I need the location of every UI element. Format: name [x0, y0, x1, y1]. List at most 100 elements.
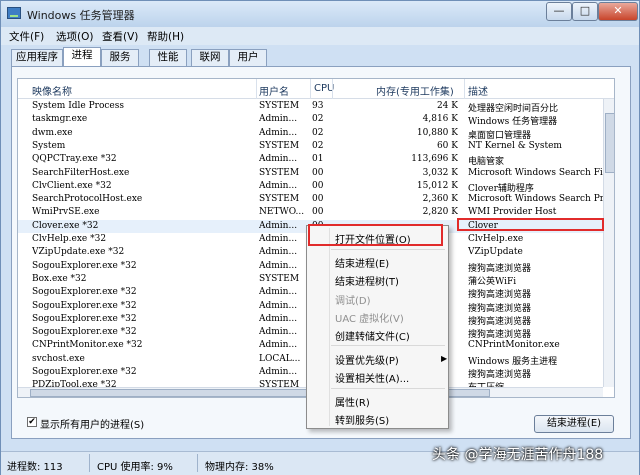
end-process-button[interactable]: 结束进程(E) — [534, 415, 614, 433]
process-cpu: 00 — [312, 194, 324, 205]
status-cpu-usage: CPU 使用率: 9% — [97, 462, 173, 473]
show-all-users-label[interactable]: 显示所有用户的进程(S) — [40, 416, 144, 431]
process-memory: 4,816 K — [422, 114, 458, 125]
column-divider[interactable] — [310, 79, 311, 99]
process-memory: 24 K — [436, 101, 458, 111]
process-memory: 2,360 K — [422, 194, 458, 205]
menu-end-process[interactable]: 结束进程(E) — [335, 255, 389, 270]
tab-applications[interactable]: 应用程序 — [11, 49, 63, 66]
tab-networking[interactable]: 联网 — [191, 49, 229, 66]
process-memory: 15,012 K — [416, 180, 458, 191]
menu-options[interactable]: 选项(O) — [56, 29, 93, 44]
process-image-name: SearchProtocolHost.exe — [32, 194, 143, 205]
table-row[interactable]: ClvClient.exe *32 Admin... 00 15,012 K Clove… — [18, 180, 603, 194]
menu-uac-virtualization: UAC 虚拟化(V) — [335, 314, 404, 325]
process-image-name: SearchFilterHost.exe — [32, 167, 130, 178]
context-menu: 打开文件位置(O) 结束进程(E) 结束进程树(T) 调试(D) UAC 虚拟化… — [306, 225, 449, 429]
vertical-scroll-thumb[interactable] — [605, 113, 614, 173]
process-image-name: ClvClient.exe *32 — [32, 180, 112, 191]
process-description: 搜狗高速浏览器 — [468, 290, 532, 301]
column-memory[interactable]: 内存(专用工作集) — [376, 83, 454, 98]
status-physical-memory: 物理内存: 38% — [205, 462, 274, 473]
process-image-name: Clover.exe *32 — [32, 220, 99, 231]
process-description: 搜狗高速浏览器 — [468, 370, 532, 380]
process-image-name: SogouExplorer.exe *32 — [32, 287, 137, 298]
status-process-count: 进程数: 113 — [7, 462, 63, 473]
process-description: 蒲公英WiFi — [468, 276, 517, 287]
process-description: VZipUpdate — [468, 247, 523, 258]
process-description: 搜狗高速浏览器 — [468, 316, 532, 327]
menu-go-to-service[interactable]: 转到服务(S) — [335, 412, 389, 427]
process-description: Windows 任务管理器 — [468, 117, 558, 128]
process-image-name: svchost.exe — [32, 353, 85, 364]
process-memory: 3,032 K — [422, 167, 458, 178]
show-all-users-checkbox[interactable]: ✔ — [27, 417, 37, 427]
column-divider[interactable] — [332, 79, 333, 99]
process-user-name: Admin... — [259, 127, 298, 138]
minimize-button[interactable]: — — [546, 2, 572, 21]
process-description: NT Kernel & System — [468, 140, 562, 151]
status-divider — [197, 454, 198, 472]
process-user-name: SYSTEM — [259, 101, 300, 111]
window-title: Windows 任务管理器 — [27, 9, 135, 22]
menu-set-affinity[interactable]: 设置相关性(A)... — [335, 370, 409, 385]
process-description: 搜狗高速浏览器 — [468, 263, 532, 274]
process-cpu: 02 — [312, 127, 324, 138]
tab-users[interactable]: 用户 — [229, 49, 267, 66]
process-cpu: 02 — [312, 114, 324, 125]
process-image-name: SogouExplorer.exe *32 — [32, 300, 137, 311]
column-divider[interactable] — [464, 79, 465, 99]
column-divider[interactable] — [256, 79, 257, 99]
status-divider — [89, 454, 90, 472]
process-list-header: 映像名称 用户名 CPU 内存(专用工作集) 描述 — [18, 79, 614, 99]
process-image-name: WmiPrvSE.exe — [32, 207, 100, 218]
menu-view[interactable]: 查看(V) — [102, 29, 138, 44]
tab-services[interactable]: 服务 — [101, 49, 139, 66]
process-description: 处理器空闲时间百分比 — [468, 104, 559, 114]
process-description: 桌面窗口管理器 — [468, 130, 532, 141]
menu-separator — [331, 345, 445, 346]
watermark-text: 头条 @学海无涯苦作舟188 — [432, 447, 604, 463]
process-image-name: Box.exe *32 — [32, 273, 87, 284]
menu-help[interactable]: 帮助(H) — [147, 29, 184, 44]
tab-processes[interactable]: 进程 — [63, 47, 101, 67]
process-image-name: SogouExplorer.exe *32 — [32, 327, 137, 338]
menu-end-process-tree[interactable]: 结束进程树(T) — [335, 273, 399, 288]
table-row[interactable]: taskmgr.exe Admin... 02 4,816 K Windows 任务管理… — [18, 113, 603, 128]
process-memory: 2,820 K — [422, 207, 458, 218]
menu-properties[interactable]: 属性(R) — [335, 394, 370, 409]
process-cpu: 02 — [312, 140, 324, 151]
table-row[interactable]: QQPCTray.exe *32 Admin... 01 113,696 K 电脑管家 — [18, 153, 603, 167]
process-description: Microsoft Windows Search Fi — [468, 167, 603, 178]
column-description[interactable]: 描述 — [468, 83, 488, 98]
process-cpu: 01 — [312, 154, 324, 165]
table-row[interactable]: SearchProtocolHost.exe SYSTEM 00 2,360 K Mic… — [18, 193, 604, 206]
process-image-name: System Idle Process — [32, 101, 124, 111]
process-description: ClvHelp.exe — [468, 234, 524, 244]
process-memory: 113,696 K — [411, 154, 458, 165]
title-bar: Windows 任务管理器 — □ ✕ — [1, 1, 639, 27]
close-button[interactable]: ✕ — [598, 2, 638, 21]
highlight-box-description — [457, 218, 604, 231]
menu-create-dump-file[interactable]: 创建转储文件(C) — [335, 328, 410, 343]
column-user-name[interactable]: 用户名 — [259, 83, 289, 98]
process-user-name: Admin... — [259, 114, 298, 125]
column-image-name[interactable]: 映像名称 — [32, 83, 72, 98]
process-description: Clover辅助程序 — [468, 183, 534, 194]
process-image-name: QQPCTray.exe *32 — [32, 154, 117, 165]
table-row[interactable]: dwm.exe Admin... 02 10,880 K 桌面窗口管理器 — [18, 127, 603, 141]
process-user-name: SYSTEM — [259, 140, 300, 151]
process-description: Windows 服务主进程 — [468, 356, 558, 367]
table-row[interactable]: System SYSTEM 02 60 K NT Kernel & System — [18, 140, 603, 153]
menu-file[interactable]: 文件(F) — [9, 29, 44, 44]
tab-performance[interactable]: 性能 — [149, 49, 187, 66]
table-row[interactable]: SearchFilterHost.exe SYSTEM 00 3,032 K Micro… — [18, 167, 603, 180]
vertical-scrollbar[interactable] — [603, 99, 614, 387]
process-memory: 60 K — [436, 140, 458, 151]
process-description: 搜狗高速浏览器 — [468, 303, 532, 314]
process-image-name: taskmgr.exe — [32, 114, 88, 125]
maximize-button[interactable]: □ — [572, 2, 598, 21]
menu-set-priority[interactable]: 设置优先级(P) — [335, 352, 399, 367]
table-row[interactable]: System Idle Process SYSTEM 93 24 K 处理器空闲时间百分… — [18, 100, 603, 114]
submenu-arrow-icon: ▶ — [441, 354, 448, 363]
